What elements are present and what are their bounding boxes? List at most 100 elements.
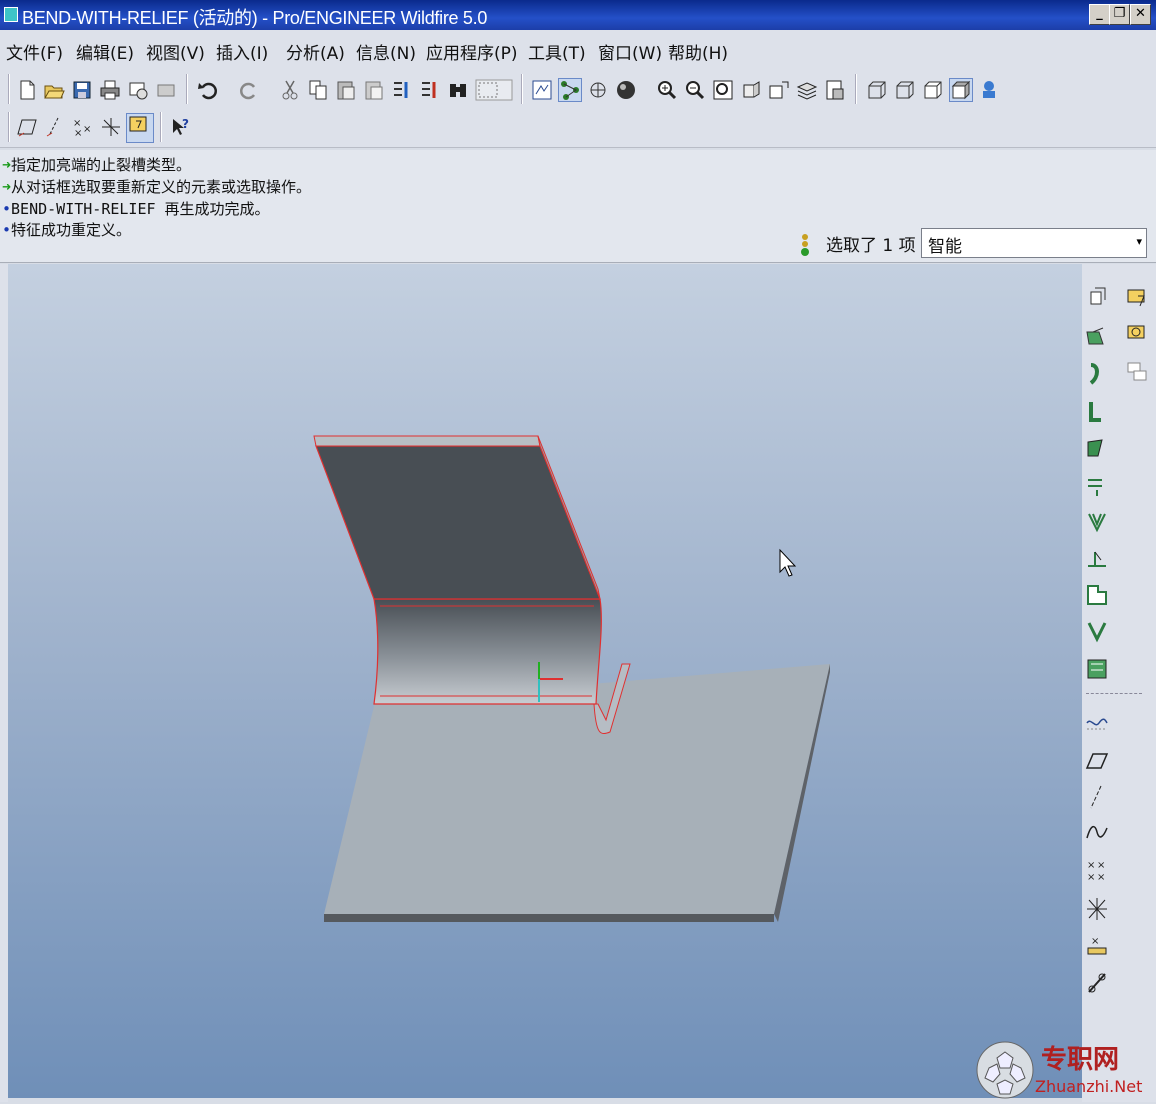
datum-curve-icon[interactable] xyxy=(1085,784,1109,810)
hidden-line-icon[interactable] xyxy=(894,79,916,101)
point-display-icon[interactable]: × × × xyxy=(72,116,94,139)
print-icon[interactable] xyxy=(99,79,121,101)
extend-icon[interactable] xyxy=(1085,398,1109,424)
message-line: •特征成功重定义。 xyxy=(2,219,131,240)
undo-icon[interactable] xyxy=(197,79,219,101)
annotation-icon[interactable] xyxy=(1126,359,1150,385)
copy-icon[interactable] xyxy=(307,79,329,101)
cut-icon[interactable] xyxy=(279,79,301,101)
select-box-icon[interactable] xyxy=(475,79,513,101)
right-toolbar-separator xyxy=(1086,693,1142,694)
datum-plane-icon[interactable] xyxy=(1085,711,1109,737)
svg-text:×: × xyxy=(83,124,91,135)
saved-views-icon[interactable] xyxy=(768,79,790,101)
layers-icon[interactable] xyxy=(796,79,818,101)
dimension-icon[interactable] xyxy=(1126,322,1150,348)
no-hidden-icon[interactable] xyxy=(922,79,944,101)
repaint-icon[interactable] xyxy=(531,79,553,101)
form-icon[interactable] xyxy=(1085,510,1109,536)
toolbar-separator xyxy=(160,112,162,142)
annotation-display-icon[interactable] xyxy=(126,113,154,143)
selection-status: 选取了 1 项 xyxy=(826,236,916,256)
sketch-icon[interactable]: × xyxy=(1085,932,1109,958)
paste-icon[interactable] xyxy=(335,79,357,101)
zoom-in-icon[interactable] xyxy=(656,79,678,101)
datum-axis-icon[interactable] xyxy=(1085,748,1109,774)
menu-help[interactable]: 帮助(H) xyxy=(668,39,728,64)
flange-icon[interactable] xyxy=(1085,361,1109,387)
toolbar: × × × ? xyxy=(0,70,1156,148)
message-text: 指定加亮端的止裂槽类型。 xyxy=(11,156,192,174)
note-icon[interactable] xyxy=(1085,970,1109,996)
wireframe-icon[interactable] xyxy=(866,79,888,101)
reorient-icon[interactable] xyxy=(740,79,762,101)
arrow-icon: ➜ xyxy=(2,178,12,196)
zoom-out-icon[interactable] xyxy=(684,79,706,101)
paste-special-icon[interactable] xyxy=(363,79,385,101)
refit-icon[interactable] xyxy=(712,79,734,101)
bend-surface[interactable] xyxy=(373,598,602,705)
regen-manager-icon[interactable] xyxy=(419,79,441,101)
view-manager-icon[interactable] xyxy=(824,79,846,101)
menu-file[interactable]: 文件(F) xyxy=(6,39,63,64)
csys-display-icon[interactable] xyxy=(100,116,122,138)
minimize-button[interactable]: _ xyxy=(1089,4,1110,25)
menu-applications[interactable]: 应用程序(P) xyxy=(426,39,518,64)
table-icon[interactable] xyxy=(1126,286,1150,312)
context-help-icon[interactable]: ? xyxy=(170,116,192,138)
message-text: BEND-WITH-RELIEF 再生成功完成。 xyxy=(11,200,270,218)
rip-icon[interactable] xyxy=(1085,582,1109,608)
shading-icon[interactable] xyxy=(615,79,637,101)
flat-wall-icon[interactable] xyxy=(1085,324,1109,350)
menu-insert[interactable]: 插入(I) xyxy=(216,39,268,64)
datum-plane-display-icon[interactable] xyxy=(16,116,38,138)
close-window-icon[interactable] xyxy=(155,79,177,101)
wall-icon[interactable] xyxy=(1085,286,1109,312)
title-bar: BEND-WITH-RELIEF (活动的) - Pro/ENGINEER Wi… xyxy=(0,0,1156,30)
menu-tools[interactable]: 工具(T) xyxy=(528,39,586,64)
traffic-light-icon xyxy=(800,232,810,258)
model-view[interactable] xyxy=(8,264,1082,1098)
open-icon[interactable] xyxy=(43,79,65,101)
bend-back-icon[interactable] xyxy=(1085,472,1109,498)
notch-icon[interactable] xyxy=(1085,546,1109,572)
close-button[interactable]: ✕ xyxy=(1130,4,1151,25)
flatten-icon[interactable] xyxy=(1085,656,1109,682)
selection-filter-select[interactable]: 智能 ▾ xyxy=(921,228,1147,258)
menu-view[interactable]: 视图(V) xyxy=(146,39,205,64)
message-line: ➜从对话框选取要重新定义的元素或选取操作。 xyxy=(2,176,311,197)
menu-bar: 文件(F) 编辑(E) 视图(V) 插入(I) 分析(A) 信息(N) 应用程序… xyxy=(0,30,1156,70)
window-title: BEND-WITH-RELIEF (活动的) - Pro/ENGINEER Wi… xyxy=(22,8,488,28)
chevron-down-icon[interactable]: ▾ xyxy=(1136,235,1142,248)
send-icon[interactable] xyxy=(127,79,149,101)
wall-top-edge xyxy=(313,435,541,447)
datum-point-icon[interactable] xyxy=(1085,820,1109,846)
message-text: 特征成功重定义。 xyxy=(11,221,132,239)
menu-edit[interactable]: 编辑(E) xyxy=(76,39,134,64)
svg-text:×: × xyxy=(1087,872,1095,883)
model-tree-icon[interactable] xyxy=(978,79,1000,101)
find-icon[interactable] xyxy=(447,79,469,101)
orient-icon[interactable] xyxy=(587,79,609,101)
new-icon[interactable] xyxy=(16,79,38,101)
menu-analysis[interactable]: 分析(A) xyxy=(286,39,345,64)
mouse-cursor-icon xyxy=(779,548,797,577)
svg-text:×: × xyxy=(74,128,82,138)
graphics-window[interactable] xyxy=(8,264,1082,1098)
save-icon[interactable] xyxy=(71,79,93,101)
analysis-icon[interactable] xyxy=(1085,896,1109,922)
csys-icon[interactable]: × × × × xyxy=(1085,858,1109,884)
maximize-button[interactable]: ❐ xyxy=(1109,4,1130,25)
unbend-icon[interactable] xyxy=(1085,436,1109,462)
svg-text:×: × xyxy=(1091,936,1099,947)
menu-info[interactable]: 信息(N) xyxy=(356,39,416,64)
redo-icon[interactable] xyxy=(238,79,260,101)
spin-center-icon[interactable] xyxy=(558,78,582,102)
shaded-icon[interactable] xyxy=(949,78,973,102)
regenerate-icon[interactable] xyxy=(391,79,413,101)
menu-window[interactable]: 窗口(W) xyxy=(598,39,662,64)
wall-face[interactable] xyxy=(315,445,601,600)
merge-icon[interactable] xyxy=(1085,619,1109,645)
datum-axis-display-icon[interactable] xyxy=(44,116,66,138)
watermark-en: Zhuanzhi.Net xyxy=(1035,1077,1142,1096)
